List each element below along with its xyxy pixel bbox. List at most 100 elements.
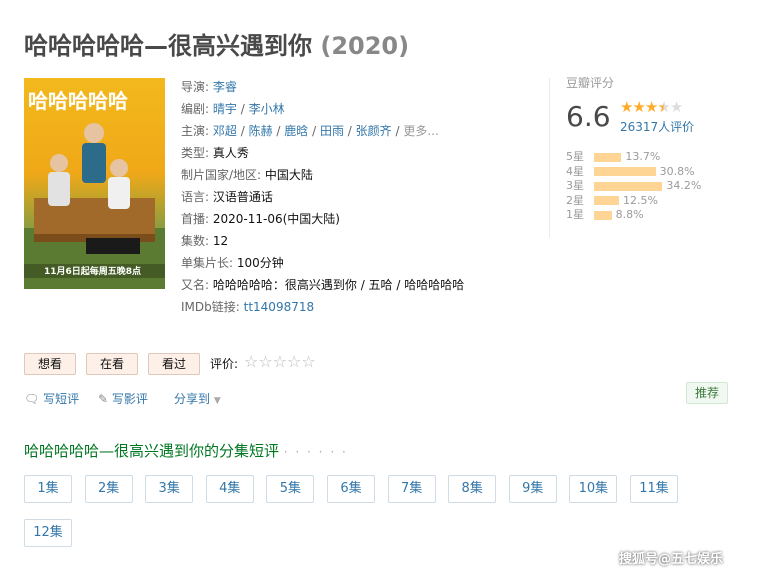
title-year: (2020)	[320, 32, 410, 60]
rating-dist-pct: 34.2%	[666, 179, 702, 192]
premiere-label: 首播:	[181, 212, 210, 226]
episode-button[interactable]: 7集	[387, 475, 436, 503]
rating-dist-label: 2星	[566, 193, 584, 207]
rating-dist-row: 2星 12.5%	[566, 194, 701, 209]
rating-header: 豆瓣评分	[566, 76, 615, 90]
episode-button[interactable]: 3集	[145, 475, 194, 503]
page-title: 哈哈哈哈哈—很高兴遇到你 (2020)	[24, 26, 409, 61]
cast-link[interactable]: 张颜齐	[356, 124, 392, 138]
director-row: 导演: 李睿	[181, 76, 464, 98]
premiere-row: 首播: 2020-11-06(中国大陆)	[181, 208, 464, 230]
language-row: 语言: 汉语普通话	[181, 186, 464, 208]
genre-value: 真人秀	[212, 146, 249, 160]
rating-star-icon: ★	[632, 98, 645, 116]
episode-section-title: 哈哈哈哈哈—很高兴遇到你的分集短评 · · · · · ·	[24, 440, 348, 461]
cast-link[interactable]: 陈赫	[249, 124, 273, 138]
rating-votes-link[interactable]: 26317人评价	[620, 118, 694, 135]
cast-link[interactable]: 田雨	[320, 124, 344, 138]
rating-star-icon: ★	[644, 98, 658, 116]
rating-dist-label: 4星	[566, 164, 584, 178]
recommend-button[interactable]: 推荐	[686, 382, 729, 404]
cast-link[interactable]: 邓超	[213, 124, 237, 138]
rating-dist-row: 1星 8.8%	[566, 208, 701, 223]
country-label: 制片国家/地区:	[181, 168, 262, 182]
poster-image[interactable]: 哈哈哈哈哈 11月6日起每周五晚8点	[24, 78, 165, 289]
rating-distribution: 5星 13.7% 4星 30.8% 3星 34.2% 2星 12.5% 1星 8.8%	[566, 150, 701, 223]
rate-star-icon[interactable]: ☆	[258, 352, 272, 371]
comment-icon: 🗨︎	[24, 392, 40, 406]
rating-dist-pct: 12.5%	[623, 193, 658, 207]
rate-star-icon[interactable]: ☆	[287, 352, 301, 371]
rate-stars[interactable]: ☆☆☆☆☆	[244, 352, 316, 371]
rating-dist-row: 4星 30.8%	[566, 165, 701, 180]
rating-dist-pct: 8.8%	[615, 208, 644, 221]
watching-button[interactable]: 在看	[86, 353, 138, 375]
rating-star-icon: ★	[669, 98, 683, 116]
rating-score: 6.6	[566, 100, 611, 133]
write-review-link[interactable]: ✎ 写影评	[98, 390, 148, 407]
episode-button[interactable]: 4集	[205, 475, 254, 503]
rating-star-icon: ★	[657, 98, 670, 116]
rate-label: 评价:	[210, 357, 239, 371]
rating-dist-bar	[594, 167, 656, 176]
poster-date-banner: 11月6日起每周五晚8点	[44, 265, 141, 277]
language-label: 语言:	[181, 190, 210, 204]
episode-button[interactable]: 11集	[630, 475, 678, 503]
episode-button[interactable]: 2集	[84, 475, 133, 503]
director-label: 导演:	[181, 80, 210, 94]
rate-star-icon[interactable]: ☆	[273, 352, 287, 371]
rating-divider	[549, 78, 550, 238]
rating-panel: 豆瓣评分 6.6 ★★★★★ 26317人评价 5星 13.7% 4星 30.8% 3星…	[566, 74, 726, 221]
rating-dist-bar	[594, 181, 663, 191]
writer-link[interactable]: 晴宇	[213, 102, 237, 116]
country-row: 制片国家/地区: 中国大陆	[181, 164, 464, 186]
watched-button[interactable]: 看过	[148, 353, 200, 375]
genre-label: 类型:	[181, 146, 210, 160]
rate-star-icon[interactable]: ☆	[244, 352, 258, 371]
writer-link[interactable]: 李小林	[249, 102, 285, 116]
episode-button[interactable]: 8集	[448, 475, 497, 503]
aka-label: 又名:	[181, 278, 210, 292]
imdb-label: IMDb链接:	[181, 300, 240, 314]
episodes-row: 集数: 12	[181, 230, 464, 252]
share-dropdown[interactable]: 分享到 ▼	[174, 390, 221, 407]
poster-title-art: 哈哈哈哈哈	[28, 89, 128, 113]
episode-button[interactable]: 10集	[569, 475, 618, 503]
episode-button[interactable]: 6集	[327, 475, 375, 503]
short-review-link[interactable]: 🗨︎ 写短评	[24, 390, 79, 407]
title-main: 哈哈哈哈哈—很高兴遇到你	[24, 32, 312, 60]
runtime-label: 单集片长:	[181, 256, 234, 270]
director-link[interactable]: 李睿	[213, 80, 237, 94]
aka-row: 又名: 哈哈哈哈哈：很高兴遇到你 / 五哈 / 哈哈哈哈哈	[181, 274, 464, 296]
info-panel: 导演: 李睿 编剧: 晴宇 / 李小林 主演: 邓超 / 陈赫 / 鹿晗 / 田…	[181, 76, 464, 318]
want-button[interactable]: 想看	[24, 353, 76, 375]
cast-link[interactable]: 鹿晗	[284, 124, 308, 138]
aka-value: 哈哈哈哈哈：很高兴遇到你 / 五哈 / 哈哈哈哈哈	[212, 278, 465, 292]
rating-star-icon: ★	[620, 98, 633, 116]
rating-dist-row: 3星 34.2%	[566, 179, 701, 194]
watermark: 搜狐号@五七娱乐	[619, 552, 724, 567]
rating-stars: ★★★★★	[620, 98, 683, 116]
episode-button[interactable]: 9集	[508, 475, 557, 503]
rating-dist-bar	[594, 210, 612, 220]
cast-row: 主演: 邓超 / 陈赫 / 鹿晗 / 田雨 / 张颜齐 / 更多...	[181, 124, 439, 138]
rate-star-icon[interactable]: ☆	[301, 352, 315, 371]
episode-button[interactable]: 1集	[24, 475, 72, 503]
episodes-value: 12	[212, 234, 229, 248]
episode-button[interactable]: 5集	[266, 475, 315, 503]
rating-dist-label: 3星	[566, 179, 584, 192]
episode-section-title-text[interactable]: 哈哈哈哈哈—很高兴遇到你的分集短评	[24, 442, 279, 460]
caret-down-icon: ▼	[213, 396, 221, 406]
language-value: 汉语普通话	[212, 190, 273, 204]
country-value: 中国大陆	[264, 168, 313, 182]
episode-section-dots: · · · · · ·	[283, 445, 348, 459]
cast-more-link[interactable]: 更多...	[403, 124, 438, 138]
episode-button[interactable]: 12集	[24, 519, 72, 547]
rating-dist-pct: 13.7%	[625, 150, 661, 163]
episodes-label: 集数:	[181, 234, 210, 248]
rating-dist-pct: 30.8%	[659, 164, 695, 178]
rating-dist-bar	[594, 152, 622, 162]
writer-label: 编剧:	[181, 102, 210, 116]
imdb-link[interactable]: tt14098718	[244, 300, 315, 314]
cast-label: 主演:	[181, 124, 210, 138]
